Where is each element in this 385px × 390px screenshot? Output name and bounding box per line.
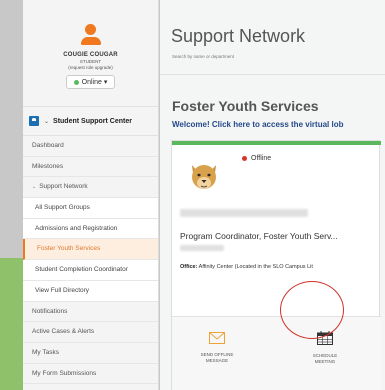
sidebar-item-label: All Support Groups (35, 204, 90, 212)
sidebar-item-notifications[interactable]: Notifications (23, 301, 158, 323)
sidebar-item-label: My Tasks (32, 348, 59, 356)
online-dot-icon (73, 79, 79, 85)
sidebar-item-view-full-directory[interactable]: View Full Directory (23, 280, 158, 302)
sidebar-item-label: Active Cases & Alerts (32, 328, 95, 336)
divider (160, 74, 385, 75)
office-label: Office: (180, 264, 198, 270)
page-subtitle: Search by name or department (172, 54, 235, 59)
profile-name: COUGIE COUGAR (63, 52, 118, 58)
action-label-line1: SCHEDULE (312, 353, 338, 358)
offline-dot-icon (242, 155, 247, 161)
page-title: Support Network (171, 26, 306, 46)
card-actions: SEND OFFLINE MESSAGE SCHEDULE MEETING (172, 316, 381, 390)
status-dropdown-label: Online (81, 79, 102, 86)
profile-panel: COUGIE COUGAR STUDENT (request role upgr… (23, 0, 158, 106)
cougar-mascot-icon (192, 165, 216, 189)
presence-status: Offline (242, 155, 271, 162)
user-card-icon (29, 116, 39, 126)
action-label-line2: MEETING (314, 358, 336, 364)
sidebar-item-foster-youth-services[interactable]: Foster Youth Services (23, 239, 158, 261)
chevron-down-icon: ⌄ (44, 118, 50, 125)
send-offline-message-button[interactable]: SEND OFFLINE MESSAGE (182, 331, 252, 364)
sidebar-item-my-tasks[interactable]: My Tasks (23, 342, 158, 364)
virtual-lobby-link[interactable]: Welcome! Click here to access the virtua… (172, 120, 343, 129)
card-accent-bar (172, 141, 381, 145)
action-label-line2: MESSAGE (205, 357, 229, 363)
sidebar-item-label: Foster Youth Services (37, 245, 101, 253)
office-value: Affinity Center (Located in the SLO Camp… (198, 264, 313, 270)
section-label: Student Support Center (53, 117, 132, 125)
sidebar-item-label: Notifications (32, 307, 68, 315)
section-title: Foster Youth Services (172, 98, 319, 114)
redacted-name (180, 209, 308, 217)
avatar-icon (80, 24, 102, 46)
sidebar-item-student-completion[interactable]: Student Completion Coordinator (23, 260, 158, 281)
sidebar: COUGIE COUGAR STUDENT (request role upgr… (23, 0, 159, 390)
request-role-upgrade-link[interactable]: (request role upgrade) (23, 65, 158, 70)
highlight-circle-annotation (280, 281, 344, 339)
sidebar-item-dashboard[interactable]: Dashboard (23, 136, 158, 157)
student-support-center-header[interactable]: ⌄ Student Support Center (23, 106, 158, 136)
sidebar-item-label: Milestones (32, 162, 64, 170)
sidebar-item-all-support-groups[interactable]: All Support Groups (23, 198, 158, 219)
office-location: Office: Affinity Center (Located in the … (180, 264, 313, 270)
caret-down-icon: ▾ (103, 79, 108, 86)
main-content: Support Network Search by name or depart… (160, 0, 385, 390)
sidebar-item-support-network[interactable]: ⌄ Support Network (23, 177, 158, 199)
status-dropdown[interactable]: Online ▾ (65, 75, 116, 89)
sidebar-item-label: Support Network (39, 183, 88, 191)
redacted-contact (180, 245, 224, 251)
envelope-icon (209, 332, 225, 344)
sidebar-item-label: Admissions and Registration (35, 224, 118, 232)
sidebar-item-active-cases[interactable]: Active Cases & Alerts (23, 322, 158, 343)
action-label-line1: SEND OFFLINE (200, 352, 234, 357)
sidebar-item-my-form-submissions[interactable]: My Form Submissions (23, 363, 158, 385)
sidebar-item-label: View Full Directory (35, 286, 90, 294)
presence-status-label: Offline (251, 155, 272, 162)
profile-role: STUDENT (79, 59, 102, 64)
sidebar-item-milestones[interactable]: Milestones (23, 156, 158, 178)
sidebar-item-label: My Form Submissions (32, 369, 97, 377)
job-title: Program Coordinator, Foster Youth Serv..… (180, 231, 338, 241)
staff-card: Offline Program Coordinator, Foster Yout… (171, 140, 381, 390)
chevron-down-icon: ⌄ (32, 184, 37, 191)
sidebar-item-admissions[interactable]: Admissions and Registration (23, 218, 158, 240)
sidebar-item-label: Student Completion Coordinator (35, 266, 128, 274)
sidebar-item-label: Dashboard (32, 142, 64, 149)
